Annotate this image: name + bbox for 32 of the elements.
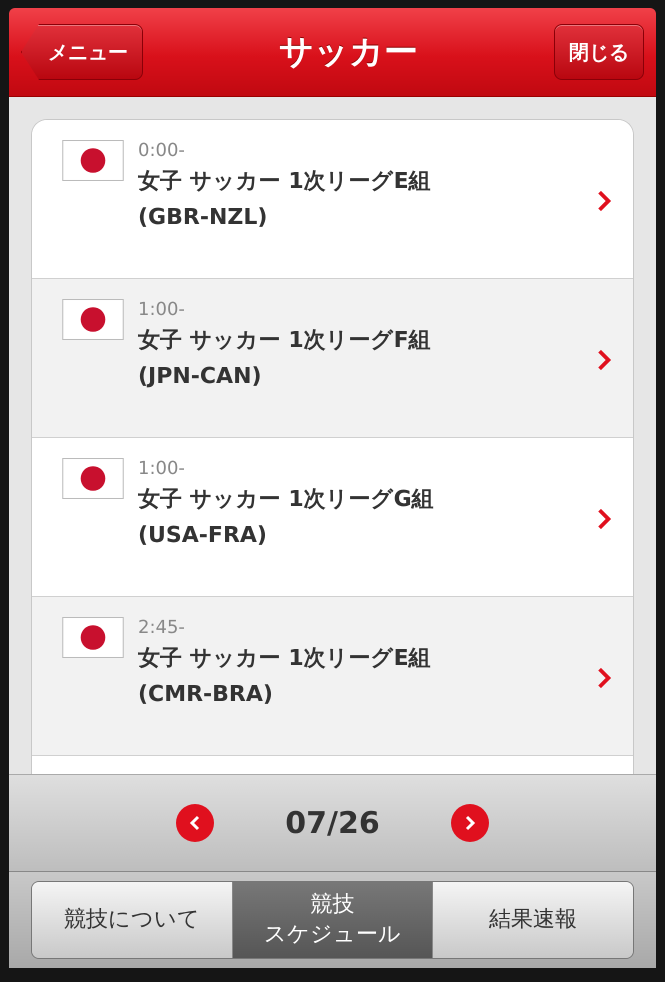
event-match: (GBR-NZL) bbox=[138, 204, 268, 232]
next-icon[interactable] bbox=[450, 803, 490, 843]
event-row[interactable]: 1:00- 女子 サッカー 1次リーグF組 (JPN-CAN) bbox=[32, 279, 633, 438]
event-time: 2:45- bbox=[138, 617, 186, 639]
flag-icon bbox=[62, 458, 124, 499]
flag-icon bbox=[62, 617, 124, 658]
tab[interactable]: 結果速報 bbox=[433, 882, 633, 958]
close-button[interactable]: 閉じる bbox=[554, 24, 644, 80]
event-title: 女子 サッカー 1次リーグE組 bbox=[138, 168, 432, 196]
flag-icon bbox=[62, 140, 124, 181]
event-time: 1:00- bbox=[138, 299, 186, 321]
event-match: (USA-FRA) bbox=[138, 522, 268, 550]
back-button[interactable]: メニュー bbox=[21, 24, 143, 80]
previous-icon[interactable] bbox=[175, 803, 216, 843]
tab[interactable]: 競技 スケジュール bbox=[232, 882, 434, 958]
page-title: サッカー bbox=[279, 31, 418, 74]
event-match: (CMR-BRA) bbox=[138, 681, 274, 709]
date-label: 07/26 bbox=[285, 806, 380, 840]
event-time: 1:00- bbox=[138, 458, 186, 480]
event-time: 0:00- bbox=[138, 140, 186, 162]
event-row[interactable]: 2:45- 女子 サッカー 1次リーグE組 (CMR-BRA) bbox=[32, 597, 633, 756]
chevron-right-icon bbox=[597, 349, 611, 371]
chevron-right-icon bbox=[597, 667, 611, 689]
event-match: (JPN-CAN) bbox=[138, 363, 263, 391]
event-title: 女子 サッカー 1次リーグF組 bbox=[138, 327, 432, 355]
chevron-right-icon bbox=[597, 190, 611, 212]
chevron-right-icon bbox=[597, 508, 611, 530]
tab[interactable]: 競技について bbox=[32, 882, 233, 958]
event-title: 女子 サッカー 1次リーグG組 bbox=[138, 486, 435, 514]
event-title: 女子 サッカー 1次リーグE組 bbox=[138, 645, 432, 673]
event-row[interactable]: 0:00- 女子 サッカー 1次リーグE組 (GBR-NZL) bbox=[32, 120, 633, 279]
flag-icon bbox=[62, 299, 124, 340]
